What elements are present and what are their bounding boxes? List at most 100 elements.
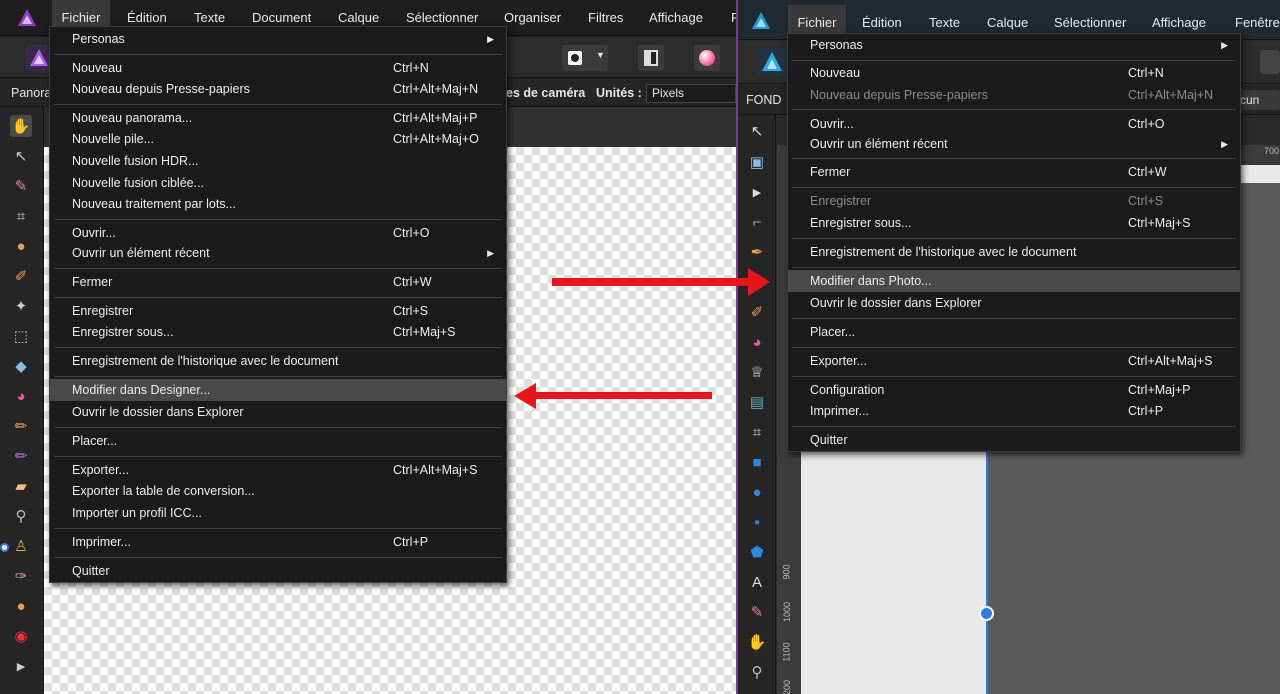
view-hand-tool-icon[interactable]: ✋ (10, 115, 32, 137)
vector-brush-tool-icon[interactable]: ✐ (746, 301, 768, 323)
crop-tool-icon[interactable]: ⌗ (746, 421, 768, 443)
magic-wand-tool-icon[interactable]: ✦ (10, 295, 32, 317)
flood-select-tool-icon[interactable]: ✐ (10, 265, 32, 287)
fond-label: FOND (746, 93, 782, 107)
color-picker-tool-icon[interactable]: ✎ (10, 175, 32, 197)
menu-item-quitter[interactable]: Quitter (50, 560, 506, 582)
ruler-label: 700 (1264, 146, 1280, 156)
node-tool-icon[interactable]: ▶ (746, 181, 768, 203)
dodge-tool-icon[interactable]: ⚲ (10, 505, 32, 527)
affinity-photo-window: Fichier Édition Texte Document Calque Sé… (0, 0, 736, 694)
menu-item-ouvrir[interactable]: Ouvrir... Ctrl+O (50, 222, 506, 244)
menu-item-ouvrir-recent[interactable]: Ouvrir un élément récent ▶ (788, 133, 1240, 155)
expand-tools-icon[interactable]: ▶ (10, 655, 32, 677)
red-arrow-right (552, 268, 772, 296)
menu-item-nouvelle-fusion-ciblee[interactable]: Nouvelle fusion ciblée... (50, 172, 506, 194)
menu-affichage[interactable]: Affichage (649, 0, 703, 36)
menu-item-nouveau[interactable]: Nouveau Ctrl+N (788, 62, 1240, 84)
menu-item-personas[interactable]: Personas ▶ (788, 34, 1240, 56)
menu-separator (54, 376, 502, 377)
affinity-designer-logo-icon[interactable] (750, 10, 772, 32)
menu-item-enregistrement-historique[interactable]: Enregistrement de l'historique avec le d… (50, 350, 506, 372)
toolbar-overflow-icon[interactable] (1260, 50, 1280, 74)
menu-item-configuration[interactable]: Configuration Ctrl+Maj+P (788, 379, 1240, 401)
menu-item-enregistrement-historique[interactable]: Enregistrement de l'historique avec le d… (788, 241, 1240, 263)
menu-item-nouveau-presse-papiers[interactable]: Nouveau depuis Presse-papiers Ctrl+Alt+Ma… (50, 78, 506, 100)
menu-item-placer[interactable]: Placer... (788, 321, 1240, 343)
brush-mode-dropdown[interactable]: ▼ (562, 45, 608, 71)
rounded-rectangle-tool-icon[interactable]: ▪ (746, 511, 768, 533)
menu-item-nouvelle-pile[interactable]: Nouvelle pile... Ctrl+Alt+Maj+O (50, 128, 506, 150)
menu-item-fermer[interactable]: Fermer Ctrl+W (50, 271, 506, 293)
selection-handle[interactable] (979, 606, 994, 621)
place-image-tool-icon[interactable]: ▤ (746, 391, 768, 413)
color-replacement-tool-icon[interactable]: ✏ (10, 445, 32, 467)
menu-item-nouveau-traitement-lots[interactable]: Nouveau traitement par lots... (50, 193, 506, 215)
clone-tool-icon[interactable]: ♙ (10, 535, 32, 557)
menu-item-personas[interactable]: Personas ▶ (50, 28, 506, 50)
aucun-dropdown[interactable]: cun (1236, 90, 1280, 110)
menu-separator (54, 297, 502, 298)
menu-fenetre[interactable]: Fenêtre (1235, 5, 1280, 40)
units-select[interactable]: Pixels (646, 84, 736, 103)
menu-item-ouvrir-dossier-explorer[interactable]: Ouvrir le dossier dans Explorer (50, 401, 506, 423)
designer-persona-icon[interactable] (758, 48, 786, 76)
marquee-tool-icon[interactable]: ⬚ (10, 325, 32, 347)
move-tool-icon[interactable]: ↖ (746, 120, 768, 142)
menu-item-enregistrer-sous[interactable]: Enregistrer sous... Ctrl+Maj+S (50, 321, 506, 343)
menu-item-quitter[interactable]: Quitter (788, 429, 1240, 451)
menu-item-fermer[interactable]: Fermer Ctrl+W (788, 161, 1240, 183)
menu-item-ouvrir-dossier-explorer[interactable]: Ouvrir le dossier dans Explorer (788, 292, 1240, 314)
artboard-page-edge (1240, 165, 1280, 183)
color-picker-tool-icon[interactable]: ✎ (746, 601, 768, 623)
paint-brush-tool-icon[interactable]: ✏ (10, 415, 32, 437)
smudge-tool-icon[interactable]: ● (10, 595, 32, 617)
artboard-tool-icon[interactable]: ▣ (746, 151, 768, 173)
ellipse-tool-icon[interactable]: ● (746, 481, 768, 503)
erase-brush-tool-icon[interactable]: ▰ (10, 475, 32, 497)
menu-item-ouvrir-recent[interactable]: Ouvrir un élément récent ▶ (50, 242, 506, 264)
menu-item-imprimer[interactable]: Imprimer... Ctrl+P (50, 531, 506, 553)
menu-item-nouvelle-fusion-hdr[interactable]: Nouvelle fusion HDR... (50, 150, 506, 172)
menu-item-importer-profil-icc[interactable]: Importer un profil ICC... (50, 502, 506, 524)
menu-separator (792, 347, 1236, 348)
chevron-right-icon: ▶ (1221, 139, 1228, 149)
menu-item-modifier-dans-designer[interactable]: Modifier dans Designer... (50, 379, 506, 401)
menu-filtres[interactable]: Filtres (588, 0, 623, 36)
crop-tool-icon[interactable]: ⌗ (10, 205, 32, 227)
selection-brush-tool-icon[interactable]: ● (10, 235, 32, 257)
menu-item-nouveau-panorama[interactable]: Nouveau panorama... Ctrl+Alt+Maj+P (50, 107, 506, 129)
left-node-handle[interactable] (0, 543, 9, 552)
menu-separator (792, 187, 1236, 188)
menu-item-enregistrer-sous[interactable]: Enregistrer sous... Ctrl+Maj+S (788, 212, 1240, 234)
menu-item-ouvrir[interactable]: Ouvrir... Ctrl+O (788, 113, 1240, 135)
rectangle-tool-icon[interactable]: ■ (746, 451, 768, 473)
fill-tool-icon[interactable]: ◆ (10, 355, 32, 377)
menu-item-exporter[interactable]: Exporter... Ctrl+Alt+Maj+S (50, 459, 506, 481)
menu-item-exporter-table-conversion[interactable]: Exporter la table de conversion... (50, 480, 506, 502)
menu-item-enregistrer[interactable]: Enregistrer Ctrl+S (50, 300, 506, 322)
blemish-tool-icon[interactable]: ✑ (10, 565, 32, 587)
affinity-photo-logo-icon[interactable] (16, 7, 38, 29)
gradient-tool-icon[interactable]: ◕ (10, 385, 32, 407)
view-hand-tool-icon[interactable]: ✋ (746, 631, 768, 653)
menu-item-placer[interactable]: Placer... (50, 430, 506, 452)
menu-item-imprimer[interactable]: Imprimer... Ctrl+P (788, 400, 1240, 422)
move-tool-icon[interactable]: ↖ (10, 145, 32, 167)
artistic-text-tool-icon[interactable]: A (746, 571, 768, 593)
menu-separator (54, 456, 502, 457)
menu-organiser[interactable]: Organiser (504, 0, 561, 36)
menu-item-modifier-dans-photo[interactable]: Modifier dans Photo... (788, 270, 1240, 292)
polygon-tool-icon[interactable]: ⬟ (746, 541, 768, 563)
menu-item-exporter[interactable]: Exporter... Ctrl+Alt+Maj+S (788, 350, 1240, 372)
corner-tool-icon[interactable]: ⌐ (746, 211, 768, 233)
tools-panel: ✋ ↖ ✎ ⌗ ● ✐ ✦ ⬚ ◆ ◕ ✏ ✏ ▰ ⚲ ♙ ✑ ● ◉ ▶ (0, 107, 44, 694)
color-wheel-icon[interactable] (694, 45, 720, 71)
menu-item-nouveau[interactable]: Nouveau Ctrl+N (50, 57, 506, 79)
zoom-tool-icon[interactable]: ⚲ (746, 661, 768, 683)
mask-icon[interactable] (638, 45, 664, 71)
fill-tool-icon[interactable]: ◕ (746, 331, 768, 353)
pen-tool-icon[interactable]: ✒ (746, 241, 768, 263)
transparency-tool-icon[interactable]: ♕ (746, 361, 768, 383)
red-eye-tool-icon[interactable]: ◉ (10, 625, 32, 647)
